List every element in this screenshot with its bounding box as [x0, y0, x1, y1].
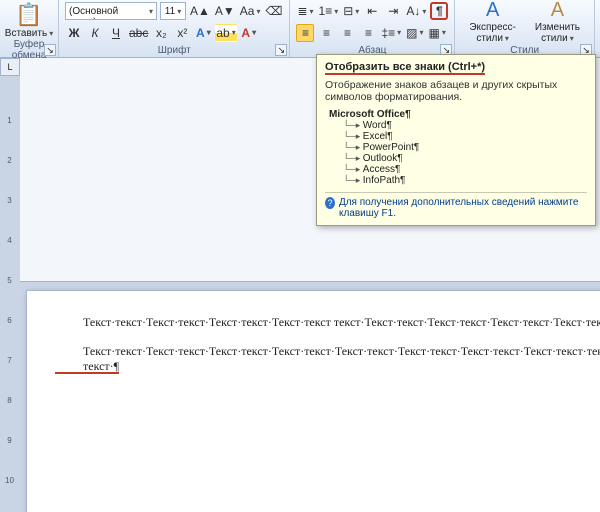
quick-styles-label: Экспресс-стили — [469, 22, 516, 44]
paragraph-1: Текст·текст·Текст·текст·Текст·текст·Текс… — [55, 315, 600, 330]
bullets-button[interactable]: ≣ — [296, 2, 314, 20]
left-column: L 1 2 3 4 5 6 7 8 9 10 — [0, 58, 20, 512]
bold-button[interactable]: Ж — [65, 24, 83, 42]
change-styles-icon: A — [551, 0, 564, 22]
change-styles-button[interactable]: A Изменить стили — [527, 0, 588, 46]
page-scroll-area[interactable]: Текст·текст·Текст·текст·Текст·текст·Текс… — [20, 282, 600, 512]
align-left-icon: ≡ — [302, 26, 309, 40]
ribbon: 📋 Вставить Буфер обмена ↘ Calibri (Основ… — [0, 0, 600, 58]
tree-item: Excel¶ — [343, 131, 587, 142]
borders-icon: ▦ — [429, 26, 440, 40]
font-size-combo[interactable]: 11 — [160, 2, 186, 20]
clear-formatting-button[interactable]: ⌫ — [264, 2, 283, 20]
change-case-button[interactable]: Aa — [239, 2, 262, 20]
group-styles: A Экспресс-стили A Изменить стили Стили … — [455, 0, 595, 57]
ruler-tick: 8 — [0, 396, 19, 405]
screentip-divider — [325, 192, 587, 193]
group-label-font: Шрифт — [65, 45, 283, 57]
group-clipboard: 📋 Вставить Буфер обмена ↘ — [0, 0, 59, 57]
tree-item: Outlook¶ — [343, 153, 587, 164]
subscript-button[interactable]: x₂ — [152, 24, 170, 42]
change-styles-label: Изменить стили — [535, 22, 580, 44]
paste-label: Вставить — [5, 28, 53, 39]
eraser-icon: ⌫ — [265, 4, 282, 18]
ruler-tick: 5 — [0, 276, 19, 285]
highlight-button[interactable]: ab — [215, 24, 236, 42]
shrink-font-button[interactable]: A▼ — [214, 2, 236, 20]
tree-item: Word¶ — [343, 120, 587, 131]
borders-button[interactable]: ▦ — [428, 24, 447, 42]
tree-item: Access¶ — [343, 164, 587, 175]
sort-button[interactable]: A↓ — [405, 2, 427, 20]
ruler-tick: 2 — [0, 156, 19, 165]
italic-button[interactable]: К — [86, 24, 104, 42]
screentip-help: ? Для получения дополнительных сведений … — [325, 197, 587, 219]
screentip-tree: Microsoft Office¶ Word¶Excel¶PowerPoint¶… — [329, 109, 587, 186]
document-page[interactable]: Текст·текст·Текст·текст·Текст·текст·Текс… — [26, 290, 600, 512]
justify-button[interactable]: ≡ — [359, 24, 377, 42]
paste-button[interactable]: 📋 Вставить — [6, 2, 52, 39]
clipboard-dialog-launcher[interactable]: ↘ — [44, 44, 56, 56]
paste-icon: 📋 — [15, 2, 42, 28]
screentip-help-text: Для получения дополнительных сведений на… — [339, 197, 587, 219]
line-spacing-button[interactable]: ‡≡ — [380, 24, 402, 42]
grow-font-button[interactable]: A▲ — [189, 2, 211, 20]
align-right-icon: ≡ — [344, 26, 351, 40]
align-right-button[interactable]: ≡ — [338, 24, 356, 42]
font-dialog-launcher[interactable]: ↘ — [275, 44, 287, 56]
screentip-show-hide: Отобразить все знаки (Ctrl+*) Отображени… — [316, 54, 596, 226]
ruler-tick: 4 — [0, 236, 19, 245]
tree-item: PowerPoint¶ — [343, 142, 587, 153]
paragraph-2-end-marker: текст·¶ — [55, 360, 119, 374]
align-center-icon: ≡ — [323, 26, 330, 40]
show-hide-button[interactable]: ¶ — [430, 2, 448, 20]
multilevel-button[interactable]: ⊟ — [342, 2, 360, 20]
tree-root: Microsoft Office¶ — [329, 109, 587, 120]
ruler-tick: 10 — [0, 476, 19, 485]
paragraph-1-text: Текст·текст·Текст·текст·Текст·текст·Текс… — [83, 315, 600, 329]
ruler-tick: 6 — [0, 316, 19, 325]
superscript-button[interactable]: x² — [173, 24, 191, 42]
ruler-tick: 7 — [0, 356, 19, 365]
ruler-corner[interactable]: L — [0, 58, 20, 76]
text-effects-button[interactable]: A — [194, 24, 212, 42]
bullets-icon: ≣ — [297, 4, 307, 18]
increase-indent-button[interactable]: ⇥ — [384, 2, 402, 20]
font-name-combo[interactable]: Calibri (Основной текст) — [65, 2, 157, 20]
multilevel-icon: ⊟ — [343, 4, 353, 18]
group-font: Calibri (Основной текст) 11 A▲ A▼ Aa ⌫ Ж… — [59, 0, 290, 57]
tree-item: InfoPath¶ — [343, 175, 587, 186]
quick-styles-icon: A — [486, 0, 499, 22]
font-color-button[interactable]: A — [240, 24, 258, 42]
ruler-tick: 3 — [0, 196, 19, 205]
help-icon: ? — [325, 197, 335, 209]
underline-button[interactable]: Ч — [107, 24, 125, 42]
align-center-button[interactable]: ≡ — [317, 24, 335, 42]
shading-button[interactable]: ▨ — [405, 24, 424, 42]
strikethrough-button[interactable]: abc — [128, 24, 149, 42]
decrease-indent-button[interactable]: ⇤ — [363, 2, 381, 20]
quick-styles-button[interactable]: A Экспресс-стили — [461, 0, 524, 46]
numbering-button[interactable]: 1≡ — [318, 2, 340, 20]
paragraph-2-text: Текст·текст·Текст·текст·Текст·текст·Текс… — [83, 344, 600, 358]
paragraph-2: Текст·текст·Текст·текст·Текст·текст·Текс… — [55, 344, 600, 374]
align-left-button[interactable]: ≡ — [296, 24, 314, 42]
justify-icon: ≡ — [365, 26, 372, 40]
group-paragraph: ≣ 1≡ ⊟ ⇤ ⇥ A↓ ¶ ≡ ≡ ≡ ≡ ‡≡ ▨ ▦ Абзац ↘ — [290, 0, 455, 57]
numbering-icon: 1≡ — [319, 4, 333, 18]
screentip-description: Отображение знаков абзацев и других скры… — [325, 79, 587, 103]
screentip-title: Отобразить все знаки (Ctrl+*) — [325, 61, 485, 75]
ruler-tick: 1 — [0, 116, 19, 125]
ruler-tick: 9 — [0, 436, 19, 445]
bucket-icon: ▨ — [406, 26, 417, 40]
group-editing: 🔍 Редактирование — [595, 0, 600, 57]
